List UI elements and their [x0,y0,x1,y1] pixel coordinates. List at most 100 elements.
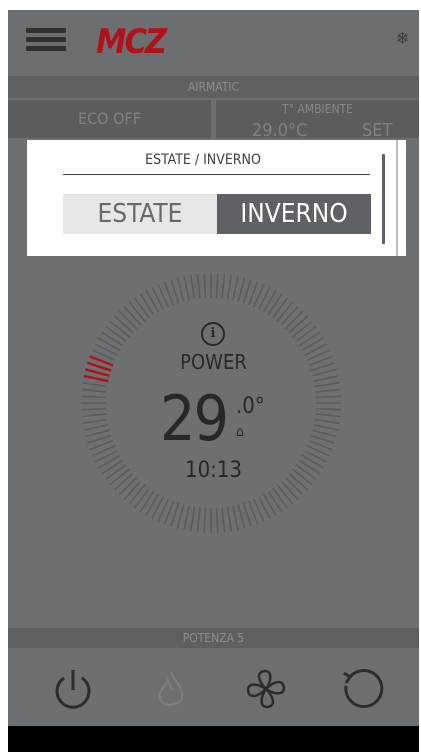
dial-tick [267,293,283,316]
dial-tick [105,325,127,342]
dial-tick [133,297,150,319]
dial-tick [237,277,246,302]
dial-tick [215,273,219,299]
bottom-toolbar [8,664,419,722]
dial-tick [81,413,107,418]
dial-tick [313,375,339,382]
dialog-scrollbar[interactable] [382,154,385,244]
dial-tick [284,310,304,330]
dial-tick [295,325,317,342]
dial-tick [280,480,299,501]
dial-tick [196,273,201,299]
mode-label: POWER [180,350,247,374]
dial-tick [298,331,321,347]
app-screen: MCZ ❄ AIRMATIC ECO OFF T° AMBIENTE 29.0°… [8,10,419,752]
hamburger-icon[interactable] [26,28,66,52]
fan-icon[interactable] [241,664,291,714]
dial-tick [314,418,340,425]
dialog-divider [63,174,370,175]
dial-tick [81,388,107,393]
dial-tick [313,424,339,431]
dial-tick [312,429,337,438]
time-label: 10:13 [184,458,243,483]
set-label: SET [362,120,393,141]
dial-tick [314,381,340,388]
dial-tick [183,505,190,531]
dial-tick [315,413,341,418]
dial-tick [221,273,226,299]
dial-tick [262,493,277,516]
dial-tick [226,274,233,300]
dial-tick [109,320,130,338]
dial-tick [85,429,110,438]
dial-tick [123,480,142,501]
dial-tick [276,484,294,505]
dialog-scroll-track [396,140,398,256]
airmatic-strip[interactable]: AIRMATIC [8,76,419,98]
dial-tick [232,275,239,301]
dial-tick [189,274,196,300]
dial-tick [139,293,155,316]
dial-tick [81,395,107,399]
temperature-decimal: .0° [236,394,265,419]
eco-label: ECO OFF [78,109,141,128]
dial-tick [237,504,246,529]
dial-tick [215,507,219,533]
dial-tick [81,407,107,411]
ambient-temp-cell[interactable]: T° AMBIENTE 29.0°C SET [216,100,419,141]
status-row: ECO OFF T° AMBIENTE 29.0°C SET [8,100,419,141]
brand-logo: MCZ [96,22,167,62]
ambient-value: 29.0°C [252,120,308,141]
dial-tick-active [83,374,109,383]
airmatic-label: AIRMATIC [187,80,240,94]
dial-tick [98,337,121,352]
dial-tick [145,493,160,516]
dial-tick [82,381,108,388]
dial-tick [203,273,207,299]
temperature-main: 29 [160,382,229,455]
dial-tick [196,507,201,533]
refresh-icon[interactable] [334,664,384,714]
season-dialog: ESTATE / INVERNO ESTATE INVERNO [27,140,406,256]
dial-tick [83,424,109,431]
info-icon[interactable]: i [201,322,225,346]
dial-tick [315,407,341,411]
dial-tick [123,305,142,326]
power-level-label: POTENZA 5 [182,631,245,645]
dial-tick [262,290,277,313]
dial-tick [276,301,294,322]
dial-tick [128,301,146,322]
dial-tick [292,320,313,338]
dial-tick [133,487,150,509]
dial-tick [288,315,309,334]
dialog-title: ESTATE / INVERNO [145,152,261,168]
dial-tick [315,395,341,399]
dial-tick [189,506,196,532]
dial-tick [176,504,185,529]
inverno-option[interactable]: INVERNO [217,194,371,234]
dial-tick [82,418,108,425]
power-icon[interactable] [48,664,98,714]
eco-cell[interactable]: ECO OFF [8,100,211,138]
dial-tick [272,487,289,509]
ambient-label: T° AMBIENTE [281,102,353,116]
estate-option[interactable]: ESTATE [63,194,217,234]
dial-tick [118,310,138,330]
dial-tick [315,388,341,393]
dial-tick [139,490,155,513]
dial-tick [145,290,160,313]
flame-icon[interactable] [146,664,196,714]
dial-tick [176,277,185,302]
snowflake-icon[interactable]: ❄ [396,29,409,49]
home-icon: ⌂ [236,424,244,440]
dial-tick [272,297,289,319]
dial-tick [301,337,324,352]
app-header: MCZ ❄ [8,10,419,70]
dial-tick [221,507,226,533]
dial-tick [113,315,134,334]
dial-tick [203,507,207,533]
power-level-strip[interactable]: POTENZA 5 [8,628,419,648]
dial-tick [267,490,283,513]
dial-tick [226,506,233,532]
dial-tick [280,305,299,326]
